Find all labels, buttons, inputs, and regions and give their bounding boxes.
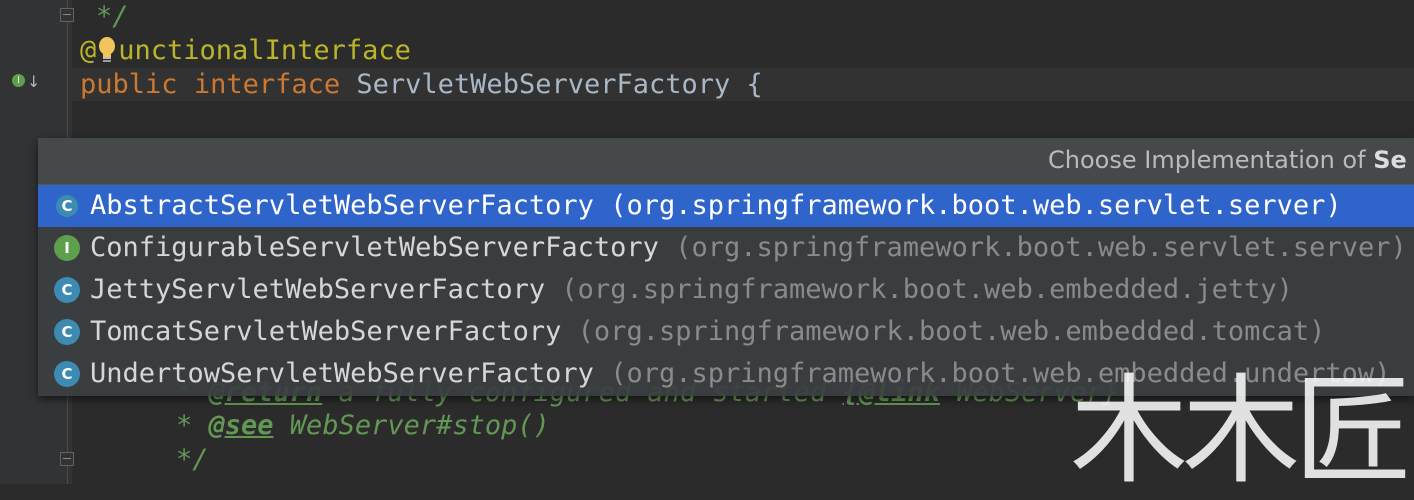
see-javadoc-line: * @see WebServer#stop() — [176, 410, 550, 441]
open-brace: { — [746, 69, 763, 100]
watermark: 木木匠 — [1070, 362, 1412, 500]
implementation-item-jetty[interactable]: C JettyServletWebServerFactory (org.spri… — [38, 269, 1414, 311]
fold-marker-icon[interactable] — [60, 452, 74, 466]
implementation-item-abstract[interactable]: C AbstractServletWebServerFactory (org.s… — [38, 185, 1414, 227]
javadoc-see-tag: @see — [208, 410, 274, 441]
implementation-item-tomcat[interactable]: C TomcatServletWebServerFactory (org.spr… — [38, 311, 1414, 353]
implementation-name: TomcatServletWebServerFactory — [90, 316, 562, 347]
implemented-badge-icon[interactable]: I — [12, 74, 25, 87]
fold-marker-icon[interactable] — [60, 8, 74, 22]
popup-title: Choose Implementation of Se — [1048, 146, 1407, 174]
annotation-line[interactable]: @ unctionalInterface — [80, 34, 411, 67]
implementation-name: UndertowServletWebServerFactory — [90, 358, 594, 389]
comment-end-bottom: */ — [176, 444, 209, 475]
implementation-name: ConfigurableServletWebServerFactory — [90, 232, 659, 263]
lightbulb-icon[interactable] — [96, 36, 118, 64]
keyword-interface: interface — [193, 69, 341, 100]
implementation-name: AbstractServletWebServerFactory — [90, 190, 594, 221]
class-icon: C — [54, 361, 80, 387]
annotation-name: unctionalInterface — [118, 35, 411, 66]
choose-implementation-popup[interactable]: Choose Implementation of Se C AbstractSe… — [38, 138, 1414, 396]
go-to-implementation-arrow-icon[interactable]: ↓ — [27, 72, 40, 91]
class-icon: C — [54, 319, 80, 345]
implementation-name: JettyServletWebServerFactory — [90, 274, 546, 305]
implementation-package: (org.springframework.boot.web.embedded.t… — [577, 316, 1326, 347]
implementation-package: (org.springframework.boot.web.servlet.se… — [675, 232, 1407, 263]
interface-name[interactable]: ServletWebServerFactory — [356, 69, 730, 100]
popup-header: Choose Implementation of Se — [38, 138, 1414, 185]
keyword-public: public — [80, 69, 178, 100]
implementation-package: (org.springframework.boot.web.servlet.se… — [610, 190, 1342, 221]
annotation-at: @ — [80, 35, 97, 66]
implementation-item-configurable[interactable]: I ConfigurableServletWebServerFactory (o… — [38, 227, 1414, 269]
interface-icon: I — [54, 235, 80, 261]
abstract-class-icon: C — [54, 193, 80, 219]
implementation-package: (org.springframework.boot.web.embedded.j… — [561, 274, 1293, 305]
comment-end: */ — [96, 1, 129, 32]
interface-declaration-line[interactable]: public interface ServletWebServerFactory… — [80, 68, 763, 101]
class-icon: C — [54, 277, 80, 303]
